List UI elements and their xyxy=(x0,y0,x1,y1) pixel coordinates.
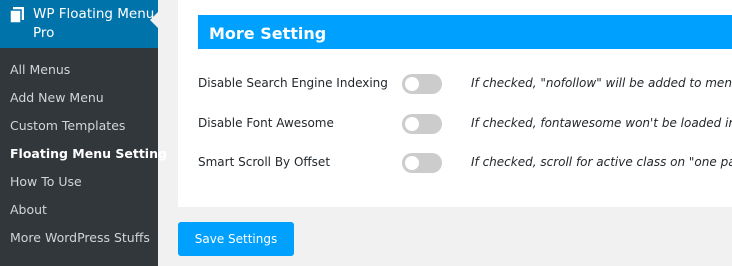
submenu-custom-templates[interactable]: Custom Templates xyxy=(0,112,158,140)
submenu-all-menus[interactable]: All Menus xyxy=(0,56,158,84)
setting-description: If checked, fontawesome won't be loaded … xyxy=(471,116,732,130)
toggle-knob xyxy=(405,117,419,131)
submenu-more-wordpress-stuffs[interactable]: More WordPress Stuffs xyxy=(0,224,158,252)
admin-sidebar: WP Floating Menu Pro All Menus Add New M… xyxy=(0,0,167,266)
setting-row-disable-font-awesome: Disable Font Awesome If checked, fontawe… xyxy=(198,113,732,135)
setting-label: Disable Font Awesome xyxy=(198,116,334,130)
section-title: More Setting xyxy=(198,15,732,49)
toggle-knob xyxy=(405,156,419,170)
submenu-how-to-use[interactable]: How To Use xyxy=(0,168,158,196)
submenu-add-new-menu[interactable]: Add New Menu xyxy=(0,84,158,112)
setting-row-smart-scroll: Smart Scroll By Offset If checked, scrol… xyxy=(198,152,732,174)
current-menu-arrow xyxy=(150,12,158,28)
submenu-floating-menu-setting[interactable]: Floating Menu Setting xyxy=(0,140,167,168)
save-settings-button[interactable]: Save Settings xyxy=(178,222,294,256)
setting-label: Disable Search Engine Indexing xyxy=(198,76,388,90)
toggle-knob xyxy=(405,77,419,91)
disable-font-awesome-toggle[interactable] xyxy=(402,114,442,134)
submenu: All Menus Add New Menu Custom Templates … xyxy=(0,48,167,266)
pages-icon xyxy=(10,7,24,23)
setting-description: If checked, scroll for active class on "… xyxy=(471,155,732,169)
settings-panel: More Setting Disable Search Engine Index… xyxy=(178,0,732,207)
smart-scroll-toggle[interactable] xyxy=(402,153,442,173)
setting-label: Smart Scroll By Offset xyxy=(198,155,331,169)
plugin-menu-title: WP Floating Menu Pro xyxy=(33,6,155,41)
setting-row-disable-indexing: Disable Search Engine Indexing If checke… xyxy=(198,73,732,95)
disable-indexing-toggle[interactable] xyxy=(402,74,442,94)
submenu-about[interactable]: About xyxy=(0,196,158,224)
plugin-menu-header[interactable]: WP Floating Menu Pro xyxy=(0,0,158,48)
setting-description: If checked, "nofollow" will be added to … xyxy=(471,76,732,90)
